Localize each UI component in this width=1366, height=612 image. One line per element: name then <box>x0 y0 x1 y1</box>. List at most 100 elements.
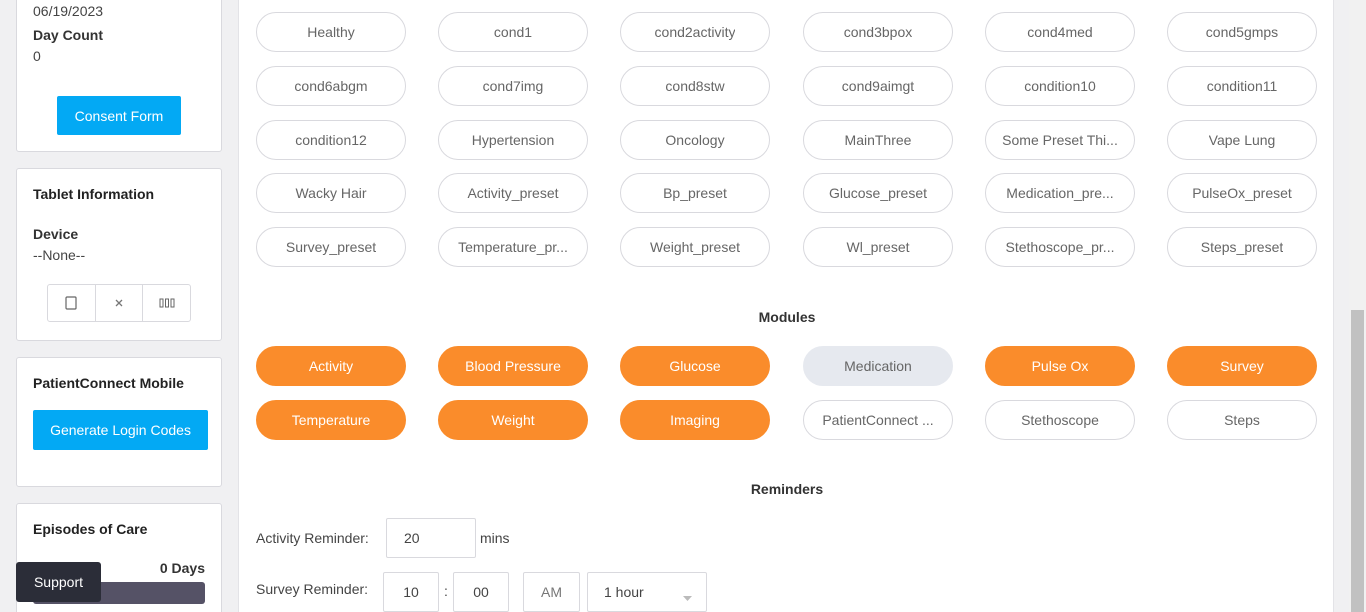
module-pill[interactable]: Activity <box>256 346 406 386</box>
tablet-info-card: Tablet Information Device --None-- <box>16 168 222 341</box>
preset-pill[interactable]: Some Preset Thi... <box>985 120 1135 160</box>
activity-reminder-input[interactable]: 20 <box>386 518 476 558</box>
consent-form-button[interactable]: Consent Form <box>57 96 181 135</box>
module-pill[interactable]: Imaging <box>620 400 770 440</box>
preset-pill[interactable]: cond4med <box>985 12 1135 52</box>
preset-pill[interactable]: cond5gmps <box>1167 12 1317 52</box>
preset-pill[interactable]: cond8stw <box>620 66 770 106</box>
patient-date: 06/19/2023 <box>33 3 104 19</box>
tablet-button-group <box>47 284 191 322</box>
module-pill[interactable]: Temperature <box>256 400 406 440</box>
preset-label: Stethoscope_pr... <box>1005 239 1115 255</box>
preset-label: Healthy <box>307 24 355 40</box>
survey-ampm-toggle[interactable]: AM <box>523 572 580 612</box>
preset-label: Temperature_pr... <box>458 239 568 255</box>
activity-reminder-value: 20 <box>404 530 420 546</box>
preset-pill[interactable]: Medication_pre... <box>985 173 1135 213</box>
preset-pill[interactable]: Bp_preset <box>620 173 770 213</box>
preset-pill[interactable]: Oncology <box>620 120 770 160</box>
module-pill[interactable]: Blood Pressure <box>438 346 588 386</box>
tablet-icon[interactable] <box>48 285 96 321</box>
survey-interval-value: 1 hour <box>604 584 644 600</box>
module-label: Pulse Ox <box>1031 358 1089 374</box>
day-count-label: Day Count <box>33 27 103 43</box>
preset-pill[interactable]: condition11 <box>1167 66 1317 106</box>
preset-pill[interactable]: condition12 <box>256 120 406 160</box>
preset-pill[interactable]: cond1 <box>438 12 588 52</box>
module-pill[interactable]: Medication <box>803 346 953 386</box>
preset-pill[interactable]: MainThree <box>803 120 953 160</box>
preset-label: Medication_pre... <box>1006 185 1114 201</box>
episodes-days: 0 Days <box>159 560 205 576</box>
barcode-icon[interactable] <box>143 285 190 321</box>
preset-pill[interactable]: cond7img <box>438 66 588 106</box>
preset-label: cond9aimgt <box>841 78 915 94</box>
preset-pill[interactable]: Temperature_pr... <box>438 227 588 267</box>
preset-label: Glucose_preset <box>828 185 928 201</box>
preset-label: condition11 <box>1206 78 1278 94</box>
preset-pill[interactable]: cond6abgm <box>256 66 406 106</box>
module-label: Activity <box>308 358 354 374</box>
survey-ampm-value: AM <box>541 584 562 600</box>
tablet-info-title: Tablet Information <box>33 186 155 202</box>
reminders-title: Reminders <box>750 481 824 497</box>
preset-pill[interactable]: Activity_preset <box>438 173 588 213</box>
preset-label: Some Preset Thi... <box>1002 132 1118 148</box>
support-button[interactable]: Support <box>16 562 101 602</box>
preset-pill[interactable]: Stethoscope_pr... <box>985 227 1135 267</box>
preset-label: Wl_preset <box>846 239 910 255</box>
survey-interval-select[interactable]: 1 hour <box>587 572 707 612</box>
survey-hour-input[interactable]: 10 <box>383 572 439 612</box>
survey-minute-input[interactable]: 00 <box>453 572 509 612</box>
preset-pill[interactable]: Hypertension <box>438 120 588 160</box>
activity-reminder-label: Activity Reminder: <box>256 530 369 546</box>
patient-card: 06/19/2023 Day Count 0 Consent Form <box>16 0 222 152</box>
module-pill[interactable]: Pulse Ox <box>985 346 1135 386</box>
preset-label: Oncology <box>665 132 725 148</box>
day-count-value: 0 <box>33 48 41 64</box>
preset-label: Weight_preset <box>649 239 740 255</box>
module-pill[interactable]: Weight <box>438 400 588 440</box>
preset-label: Steps_preset <box>1200 239 1284 255</box>
device-label: Device <box>33 226 79 242</box>
activity-reminder-unit: mins <box>480 530 510 546</box>
module-label: Temperature <box>291 412 371 428</box>
module-pill[interactable]: Steps <box>1167 400 1317 440</box>
preset-label: cond5gmps <box>1205 24 1279 40</box>
preset-pill[interactable]: cond2activity <box>620 12 770 52</box>
preset-pill[interactable]: Wl_preset <box>803 227 953 267</box>
preset-pill[interactable]: Wacky Hair <box>256 173 406 213</box>
preset-label: Hypertension <box>471 132 555 148</box>
module-label: Imaging <box>670 412 720 428</box>
preset-pill[interactable]: Glucose_preset <box>803 173 953 213</box>
preset-pill[interactable]: Vape Lung <box>1167 120 1317 160</box>
module-pill[interactable]: Stethoscope <box>985 400 1135 440</box>
preset-pill[interactable]: Weight_preset <box>620 227 770 267</box>
preset-pill[interactable]: PulseOx_preset <box>1167 173 1317 213</box>
preset-label: Bp_preset <box>663 185 727 201</box>
main-panel: Healthy cond1 cond2activity cond3bpox cond4m… <box>238 0 1334 612</box>
module-label: Weight <box>491 412 535 428</box>
preset-pill[interactable]: Survey_preset <box>256 227 406 267</box>
preset-pill[interactable]: Steps_preset <box>1167 227 1317 267</box>
generate-login-codes-button[interactable]: Generate Login Codes <box>33 410 208 450</box>
preset-label: Vape Lung <box>1208 132 1276 148</box>
preset-label: Activity_preset <box>467 185 559 201</box>
preset-label: cond1 <box>493 24 533 40</box>
module-pill[interactable]: Glucose <box>620 346 770 386</box>
preset-pill[interactable]: condition10 <box>985 66 1135 106</box>
preset-label: cond2activity <box>654 24 736 40</box>
preset-pill[interactable]: Healthy <box>256 12 406 52</box>
preset-pill[interactable]: cond3bpox <box>803 12 953 52</box>
preset-pill[interactable]: cond9aimgt <box>803 66 953 106</box>
survey-hour-value: 10 <box>403 584 419 600</box>
page-scrollbar[interactable] <box>1349 0 1366 612</box>
close-icon[interactable] <box>96 285 144 321</box>
scrollbar-thumb[interactable] <box>1351 310 1364 612</box>
module-pill[interactable]: PatientConnect ... <box>803 400 953 440</box>
preset-label: PulseOx_preset <box>1192 185 1292 201</box>
preset-label: cond6abgm <box>294 78 368 94</box>
module-label: Glucose <box>669 358 721 374</box>
modules-title: Modules <box>758 309 816 325</box>
module-pill[interactable]: Survey <box>1167 346 1317 386</box>
